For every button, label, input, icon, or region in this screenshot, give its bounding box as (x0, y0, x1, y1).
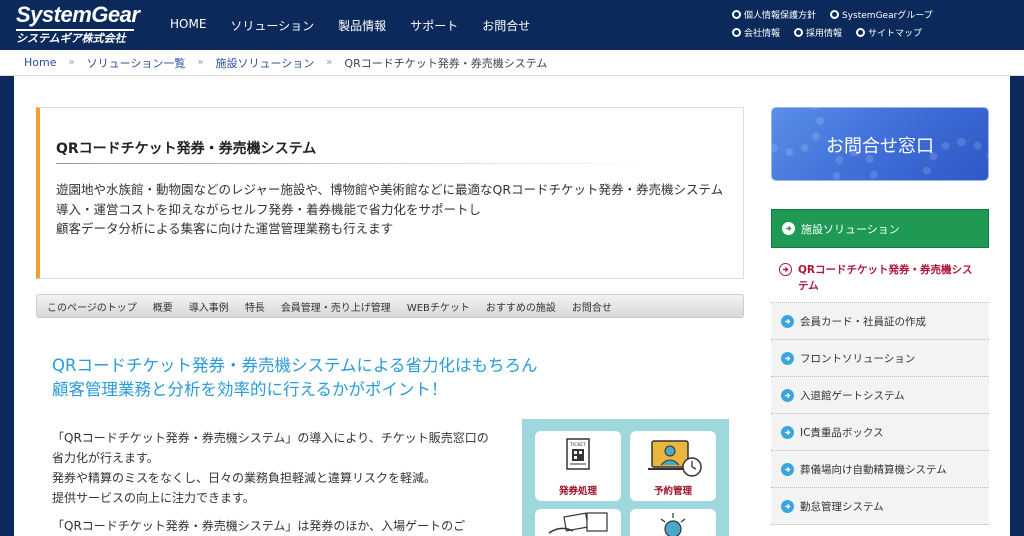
page-frame-right (1010, 76, 1024, 536)
sidebar-header-label: 施設ソリューション (801, 222, 900, 236)
logo-company-name: システムギア株式会社 (16, 29, 134, 46)
arrow-circle-icon (781, 425, 794, 439)
breadcrumb: Home » ソリューション一覧 » 施設ソリューション » QRコードチケット… (0, 50, 1024, 76)
hand-ticket-icon (548, 512, 608, 534)
sidebar-item-member-card[interactable]: 会員カード・社員証の作成 (771, 303, 989, 340)
reservation-label: 予約管理 (653, 486, 692, 497)
ticket-text: TICKET (569, 442, 586, 448)
sidebar-item-qr-ticket[interactable]: QRコードチケット発券・券売機システム (771, 248, 989, 303)
body-line: 提供サービスの向上に注力できます。 (52, 491, 255, 505)
reservation-card: 予約管理 (630, 431, 716, 501)
payment-card (535, 509, 621, 536)
sidebar-item-label: 葬儀場向け自動精算機システム (800, 463, 947, 476)
section-link-web-ticket[interactable]: WEBチケット (407, 299, 470, 314)
bullet-icon (794, 28, 804, 37)
breadcrumb-separator: » (197, 57, 204, 68)
body-line: 発券や精算のミスをなくし、日々の業務負担軽減と違算リスクを軽減。 (52, 471, 437, 485)
breadcrumb-separator: » (326, 57, 333, 68)
nav-products[interactable]: 製品情報 (338, 17, 386, 34)
breadcrumb-separator: » (68, 57, 75, 68)
contact-banner[interactable]: お問合せ窓口 (771, 107, 989, 181)
section-link-cases[interactable]: 導入事例 (189, 299, 229, 314)
section-link-features[interactable]: 特長 (245, 299, 265, 314)
title-underline (56, 163, 656, 164)
sparkle-icon (660, 513, 686, 536)
section-link-overview[interactable]: 概要 (153, 299, 173, 314)
bullet-icon (732, 10, 741, 19)
recruit-link[interactable]: 採用情報 (794, 26, 842, 39)
contact-banner-label: お問合せ窓口 (826, 136, 934, 157)
sidebar-item-attendance[interactable]: 勤怠管理システム (771, 488, 989, 525)
sidebar-header[interactable]: 施設ソリューション (771, 209, 989, 248)
section-link-member-mgmt[interactable]: 会員管理・売り上げ管理 (281, 299, 391, 314)
body-paragraph-2: 「QRコードチケット発券・券売機システム」は発券のほか、入場ゲートのご (52, 519, 466, 533)
breadcrumb-home[interactable]: Home (24, 56, 56, 69)
bullet-icon (732, 28, 741, 37)
arrow-circle-icon (781, 351, 794, 365)
ticketing-card: TICKET 発券処理 (535, 431, 621, 501)
arrow-circle-icon (781, 388, 794, 402)
section-link-contact[interactable]: お問合せ (572, 299, 612, 314)
arrow-circle-icon (781, 462, 794, 476)
company-info-label: 会社情報 (744, 29, 781, 39)
arrow-circle-icon (781, 499, 794, 513)
sidebar-item-front[interactable]: フロントソリューション (771, 340, 989, 377)
lead-line: 顧客管理業務と分析を効率的に行えるかがポイント！ (52, 380, 448, 399)
nav-home[interactable]: HOME (170, 17, 206, 34)
sidebar-nav: 施設ソリューション QRコードチケット発券・券売機システム 会員カード・社員証の… (771, 209, 989, 525)
lead-heading: QRコードチケット発券・券売機システムによる省力化はもちろん 顧客管理業務と分析… (52, 354, 612, 402)
arrow-circle-icon (781, 314, 794, 328)
sitemap-label: サイトマップ (868, 29, 923, 39)
feature-illustration: TICKET 発券処理 予約管理 (522, 419, 729, 536)
sidebar-item-label: IC貴重品ボックス (800, 426, 884, 439)
recruit-label: 採用情報 (806, 29, 843, 39)
ticketing-label: 発券処理 (558, 486, 597, 497)
intro-line: 顧客データ分析による集客に向けた運営管理業務も行えます (56, 221, 394, 236)
sidebar-item-label: 入退館ゲートシステム (800, 389, 905, 402)
arrow-circle-icon (782, 222, 795, 235)
company-info-link[interactable]: 会社情報 (732, 26, 780, 39)
sidebar-item-ic-box[interactable]: IC貴重品ボックス (771, 414, 989, 451)
page-title: QRコードチケット発券・券売機システム (56, 141, 317, 157)
logo-wordmark: SystemGear (16, 2, 140, 27)
group-link[interactable]: SystemGearグループ (830, 8, 933, 21)
arrow-circle-icon (779, 263, 792, 276)
site-header: SystemGear システムギア株式会社 HOME ソリューション 製品情報 … (0, 0, 1024, 50)
reservation-icon (648, 440, 702, 477)
ticket-icon: TICKET (566, 438, 590, 470)
breadcrumb-current: QRコードチケット発券・券売機システム (344, 56, 548, 70)
page-section-nav: このページのトップ 概要 導入事例 特長 会員管理・売り上げ管理 WEBチケット… (36, 294, 744, 318)
utility-links: 個人情報保護方針 SystemGearグループ 会社情報 採用情報 サイトマップ (732, 8, 1022, 44)
nav-contact[interactable]: お問合せ (482, 17, 530, 34)
sidebar-item-funeral[interactable]: 葬儀場向け自動精算機システム (771, 451, 989, 488)
privacy-policy-label: 個人情報保護方針 (744, 11, 817, 21)
sidebar-item-label: 会員カード・社員証の作成 (800, 315, 926, 328)
section-link-facilities[interactable]: おすすめの施設 (486, 299, 556, 314)
body-line: 「QRコードチケット発券・券売機システム」の導入により、チケット販売窓口の省力化… (52, 431, 489, 465)
sidebar-item-label: QRコードチケット発券・券売機システム (798, 264, 973, 292)
global-nav: HOME ソリューション 製品情報 サポート お問合せ (170, 17, 554, 34)
breadcrumb-solutions[interactable]: ソリューション一覧 (87, 55, 186, 71)
intro-line: 導入・運営コストを抑えながらセルフ発券・着券機能で省力化をサポートし (56, 201, 482, 217)
sidebar-item-gate[interactable]: 入退館ゲートシステム (771, 377, 989, 414)
analysis-card (630, 509, 716, 536)
sidebar-item-label: フロントソリューション (800, 352, 916, 365)
lead-line: QRコードチケット発券・券売機システムによる省力化はもちろん (52, 356, 538, 375)
company-logo[interactable]: SystemGear システムギア株式会社 (16, 2, 140, 48)
nav-support[interactable]: サポート (410, 17, 458, 34)
body-paragraph: 「QRコードチケット発券・券売機システム」の導入により、チケット販売窓口の省力化… (52, 428, 500, 508)
privacy-policy-link[interactable]: 個人情報保護方針 (732, 8, 816, 21)
nav-solutions[interactable]: ソリューション (230, 17, 314, 34)
breadcrumb-facility[interactable]: 施設ソリューション (216, 55, 315, 71)
intro-box: QRコードチケット発券・券売機システム 遊園地や水族館・動物園などのレジャー施設… (36, 107, 744, 279)
page-frame-left (0, 76, 14, 536)
section-link-top[interactable]: このページのトップ (47, 299, 137, 314)
group-label: SystemGearグループ (842, 11, 933, 21)
intro-line: 遊園地や水族館・動物園などのレジャー施設や、博物館や美術館などに最適なQRコード… (56, 182, 724, 197)
bullet-icon (856, 28, 866, 37)
bullet-icon (830, 10, 840, 19)
intro-text: 遊園地や水族館・動物園などのレジャー施設や、博物館や美術館などに最適なQRコード… (56, 180, 726, 239)
sidebar-item-label: 勤怠管理システム (800, 500, 884, 513)
sitemap-link[interactable]: サイトマップ (856, 26, 922, 39)
